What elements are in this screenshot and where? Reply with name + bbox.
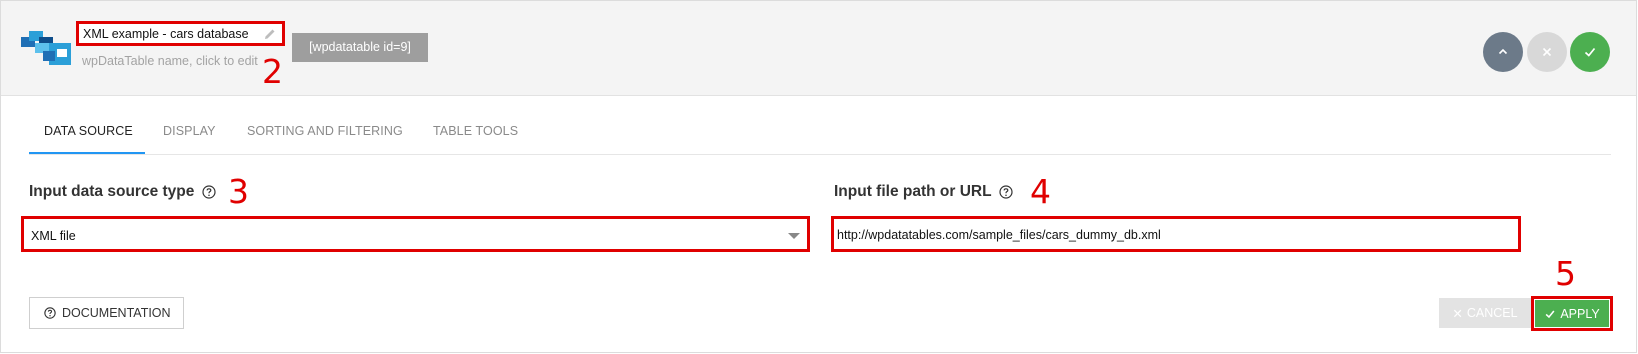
close-button[interactable] xyxy=(1527,32,1567,72)
documentation-button[interactable]: DOCUMENTATION xyxy=(29,297,184,329)
cancel-label: CANCEL xyxy=(1466,306,1518,320)
header: XML example - cars database wpDataTable … xyxy=(1,1,1636,96)
table-name-value: XML example - cars database xyxy=(83,27,249,41)
apply-highlight: APPLY xyxy=(1531,296,1613,331)
cancel-button[interactable]: ✕ CANCEL xyxy=(1439,298,1531,328)
chevron-up-icon xyxy=(1498,48,1508,55)
tab-table-tools[interactable]: TABLE TOOLS xyxy=(433,124,518,138)
annotation-number: 5 xyxy=(1555,254,1576,293)
file-path-value: http://wpdatatables.com/sample_files/car… xyxy=(837,228,1161,242)
checkmark-icon xyxy=(1584,47,1596,57)
annotation-number: 4 xyxy=(1030,172,1051,211)
active-tab-indicator xyxy=(29,152,145,154)
checkmark-icon xyxy=(1545,310,1555,318)
apply-label: APPLY xyxy=(1560,306,1600,321)
annotation-number: 2 xyxy=(262,52,283,91)
tab-data-source[interactable]: DATA SOURCE xyxy=(44,124,133,138)
caret-down-icon xyxy=(788,233,800,239)
pencil-icon[interactable] xyxy=(264,28,276,40)
source-type-select[interactable]: XML file xyxy=(21,216,810,252)
annotation-number: 3 xyxy=(228,172,249,211)
help-icon xyxy=(44,307,56,319)
table-name-field[interactable]: XML example - cars database xyxy=(76,21,285,46)
apply-button[interactable]: APPLY xyxy=(1535,300,1609,327)
save-button[interactable] xyxy=(1570,32,1610,72)
source-type-value: XML file xyxy=(31,229,76,243)
file-path-input[interactable]: http://wpdatatables.com/sample_files/car… xyxy=(831,216,1521,252)
wpdatatables-logo-icon xyxy=(21,31,71,65)
tab-display[interactable]: DISPLAY xyxy=(163,124,216,138)
table-editor-panel: XML example - cars database wpDataTable … xyxy=(0,0,1637,353)
table-name-hint: wpDataTable name, click to edit xyxy=(82,54,258,68)
close-icon xyxy=(1542,47,1552,57)
tab-bar: DATA SOURCE DISPLAY SORTING AND FILTERIN… xyxy=(29,114,1611,155)
collapse-button[interactable] xyxy=(1483,32,1523,72)
help-icon[interactable] xyxy=(202,185,216,199)
shortcode-badge[interactable]: [wpdatatable id=9] xyxy=(292,33,428,62)
source-type-label: Input data source type xyxy=(29,183,195,200)
file-path-label: Input file path or URL xyxy=(834,183,992,200)
tab-sorting-and-filtering[interactable]: SORTING AND FILTERING xyxy=(247,124,403,138)
help-icon[interactable] xyxy=(999,185,1013,199)
documentation-label: DOCUMENTATION xyxy=(62,306,171,320)
close-icon: ✕ xyxy=(1452,306,1463,321)
